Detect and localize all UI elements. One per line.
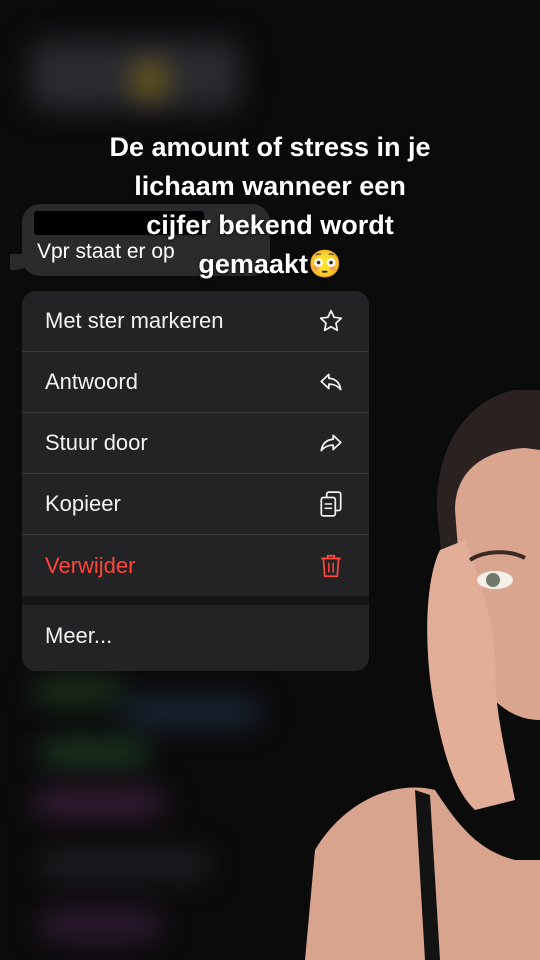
video-caption: De amount of stress in je lichaam wannee… bbox=[60, 128, 480, 284]
menu-item-star[interactable]: Met ster markeren bbox=[22, 291, 369, 352]
menu-item-label: Meer... bbox=[45, 622, 113, 648]
caption-line: lichaam wanneer een bbox=[134, 171, 406, 201]
blurred-row-purple-2 bbox=[40, 910, 160, 940]
menu-item-label: Kopieer bbox=[45, 491, 121, 516]
blurred-row-green bbox=[34, 680, 124, 702]
menu-item-label: Antwoord bbox=[45, 369, 138, 394]
caption-line: gemaakt😳 bbox=[198, 249, 342, 279]
person-video-overlay bbox=[305, 390, 540, 960]
blurred-row-blue bbox=[120, 700, 260, 724]
menu-item-label: Verwijder bbox=[45, 552, 136, 578]
blurred-row-purple bbox=[34, 790, 164, 816]
menu-item-label: Stuur door bbox=[45, 430, 148, 455]
star-icon bbox=[317, 307, 345, 335]
blurred-row-green-2 bbox=[40, 740, 150, 766]
caption-line: cijfer bekend wordt bbox=[146, 210, 394, 240]
blurred-row-gray bbox=[40, 850, 210, 880]
menu-item-label: Met ster markeren bbox=[45, 308, 224, 333]
blurred-emoji bbox=[130, 60, 170, 100]
caption-line: De amount of stress in je bbox=[109, 132, 431, 162]
